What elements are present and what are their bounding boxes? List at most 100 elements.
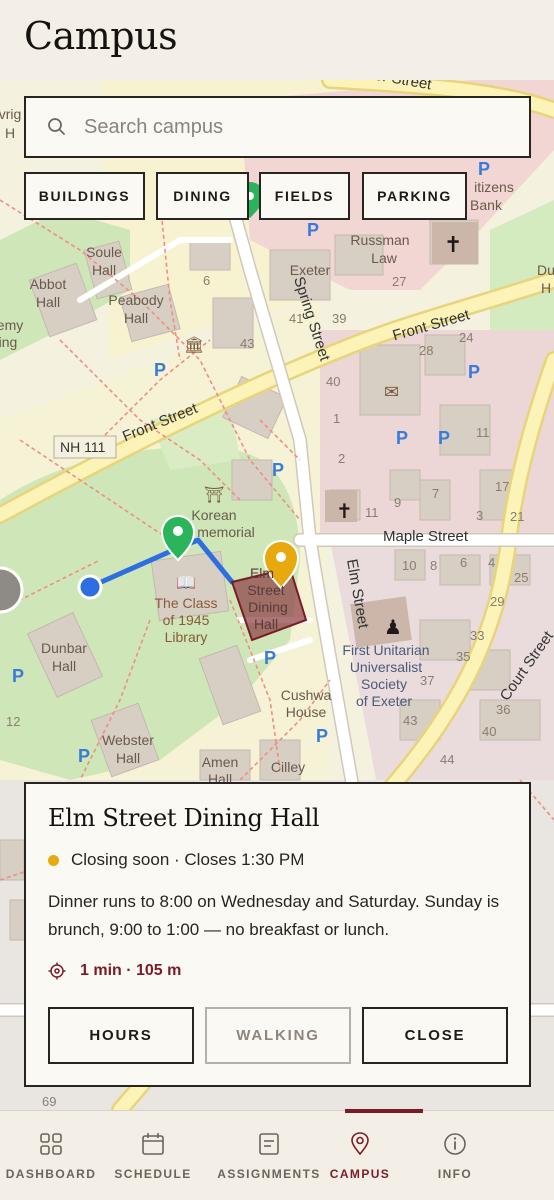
svg-text:memorial: memorial [197,524,255,540]
svg-text:📖: 📖 [176,573,196,592]
search-bar[interactable] [24,96,531,158]
nav-schedule[interactable]: SCHEDULE [110,1111,196,1200]
svg-text:Law: Law [371,250,398,266]
nav-campus[interactable]: CAMPUS [322,1111,398,1200]
crosshair-icon [48,962,66,980]
svg-text:Library: Library [165,629,208,645]
svg-text:11: 11 [365,505,379,520]
svg-text:Dunbar: Dunbar [41,640,87,656]
svg-text:Hall: Hall [36,294,60,310]
svg-text:36: 36 [496,702,510,717]
svg-text:1: 1 [333,411,340,426]
svg-text:28: 28 [419,343,433,358]
svg-text:NH 111: NH 111 [60,439,106,455]
distance-text: 1 min · 105 m [80,962,182,979]
filter-parking[interactable]: PARKING [362,172,467,220]
svg-text:Abbot: Abbot [30,276,67,292]
svg-text:P: P [316,726,328,746]
svg-text:House: House [286,704,327,720]
svg-text:Elm: Elm [250,565,274,581]
svg-text:25: 25 [514,570,528,585]
filter-dining[interactable]: DINING [156,172,249,220]
svg-text:Korean: Korean [191,507,236,523]
svg-text:2: 2 [338,451,345,466]
svg-text:10: 10 [402,558,416,573]
search-input[interactable] [84,115,484,139]
svg-text:The Class: The Class [154,595,217,611]
svg-text:Cilley: Cilley [271,759,305,775]
svg-text:Webster: Webster [102,732,154,748]
svg-text:43: 43 [240,336,254,351]
svg-text:Universalist: Universalist [350,659,422,675]
svg-text:40: 40 [326,374,340,389]
svg-text:44: 44 [440,752,454,767]
svg-text:✉: ✉ [384,382,399,403]
svg-text:Amen: Amen [202,754,239,770]
svg-text:6: 6 [460,555,467,570]
hours-button[interactable]: HOURS [48,1007,194,1064]
svg-text:69: 69 [42,1094,56,1109]
status-dot-icon [48,854,59,866]
svg-text:Russman: Russman [350,232,409,248]
place-title: Elm Street Dining Hall [48,804,320,832]
svg-text:27: 27 [392,274,406,289]
svg-text:Hall: Hall [52,658,76,674]
svg-text:P: P [272,460,284,480]
svg-text:Hall: Hall [116,750,140,766]
svg-text:P: P [396,428,408,448]
svg-text:24: 24 [459,330,473,345]
svg-text:11: 11 [476,425,490,440]
svg-text:Soule: Soule [86,244,122,260]
svg-text:Maple Street: Maple Street [383,528,469,545]
place-status: Closing soon · Closes 1:30 PM [48,850,304,870]
svg-text:4: 4 [488,555,495,570]
nav-label-dashboard: DASHBOARD [5,1167,97,1181]
walking-button[interactable]: WALKING [205,1007,351,1064]
status-text: Closing soon · Closes 1:30 PM [71,850,305,869]
nav-label-schedule: SCHEDULE [114,1167,192,1181]
svg-text:P: P [78,746,90,766]
svg-text:vrig: vrig [0,106,21,122]
svg-text:Du: Du [537,262,554,278]
svg-text:40: 40 [482,724,496,739]
grid-icon [40,1133,62,1155]
app-header: Campus [0,0,554,80]
svg-text:P: P [154,360,166,380]
svg-text:🏛: 🏛 [184,335,204,354]
svg-text:First Unitarian: First Unitarian [342,642,429,658]
svg-text:12: 12 [6,714,20,729]
search-icon [48,118,65,135]
nav-label-info: INFO [437,1167,473,1181]
filter-fields[interactable]: FIELDS [259,172,350,220]
svg-text:H: H [541,280,551,296]
svg-text:♟: ♟ [384,615,402,639]
place-description: Dinner runs to 8:00 on Wednesday and Sat… [48,892,500,939]
filter-buildings[interactable]: BUILDINGS [24,172,145,220]
svg-text:P: P [12,666,24,686]
nav-info[interactable]: INFO [420,1111,490,1200]
svg-text:Peabody: Peabody [108,292,163,308]
close-button[interactable]: CLOSE [362,1007,508,1064]
bottom-nav: DASHBOARD SCHEDULE ASSIGNMENTS CAMPUS IN… [0,1109,554,1200]
svg-text:39: 39 [332,311,346,326]
svg-text:33: 33 [470,628,484,643]
svg-text:21: 21 [510,509,524,524]
svg-text:itizens: itizens [474,179,514,195]
svg-text:Street: Street [247,582,284,598]
svg-text:3: 3 [476,508,483,523]
walking-distance: 1 min · 105 m [48,962,181,980]
svg-text:ing: ing [0,334,17,350]
svg-text:of 1945: of 1945 [163,612,210,628]
svg-text:P: P [438,428,450,448]
location-pin-icon [351,1132,369,1156]
page-title: Campus [24,14,178,58]
svg-text:Dining: Dining [248,599,288,615]
svg-text:29: 29 [490,594,504,609]
svg-text:9: 9 [394,495,401,510]
nav-assignments[interactable]: ASSIGNMENTS [217,1111,320,1200]
svg-text:H: H [5,125,15,141]
svg-text:Hall: Hall [92,262,116,278]
svg-text:P: P [468,362,480,382]
nav-dashboard[interactable]: DASHBOARD [6,1111,96,1200]
svg-text:37: 37 [420,673,434,688]
